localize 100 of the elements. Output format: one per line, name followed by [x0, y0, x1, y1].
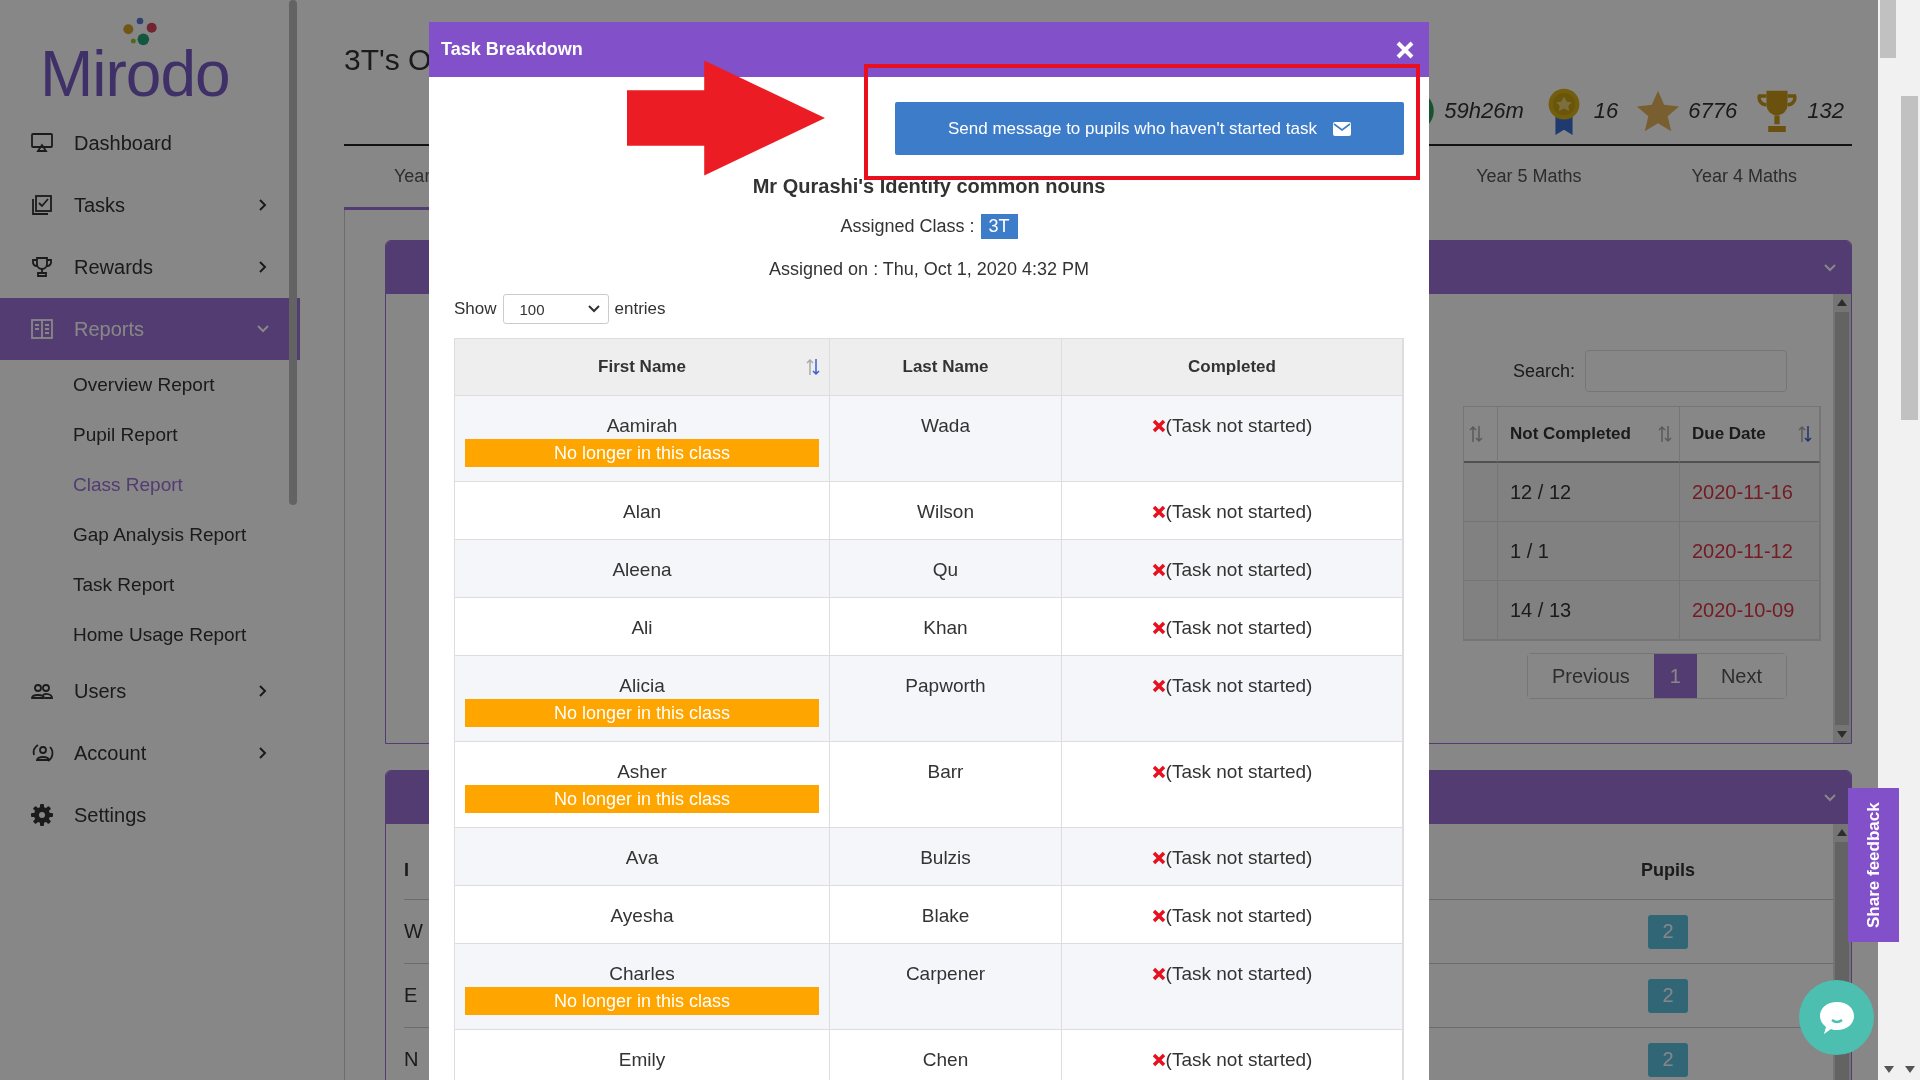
column-header[interactable]: First Name	[598, 357, 686, 377]
submenu-item[interactable]: Gap Analysis Report	[0, 510, 300, 560]
account-icon	[30, 741, 54, 765]
due-date-cell: 2020-11-12	[1680, 522, 1820, 581]
column-header[interactable]: Not Completed	[1510, 424, 1631, 444]
scroll-down-icon[interactable]	[1883, 1066, 1894, 1074]
scrollbar-thumb[interactable]	[1880, 0, 1896, 58]
last-name-cell-text: Papworth	[905, 674, 986, 698]
column-header[interactable]: Completed	[1188, 357, 1276, 377]
first-name-cell-text: Emily	[618, 1048, 666, 1072]
first-name-cell-text: Ali	[631, 616, 653, 640]
column-header: I	[404, 860, 409, 881]
table-cell: 12 / 12	[1498, 463, 1680, 522]
search-label: Search:	[1512, 360, 1575, 382]
dialog-title: Task Breakdown	[441, 39, 583, 60]
table-cell: W	[404, 920, 423, 943]
tab[interactable]: Year 4 Maths	[1636, 146, 1852, 210]
completion-status: (Task not started)	[1165, 558, 1313, 582]
last-name-cell-text: Blake	[921, 904, 970, 928]
count-badge: 2	[1648, 978, 1688, 1013]
first-name-cell-text: Charles	[609, 962, 675, 986]
sidebar-item[interactable]: Reports	[0, 298, 300, 360]
last-name-cell-text: Chen	[922, 1048, 969, 1072]
completion-status: (Task not started)	[1165, 500, 1313, 524]
logo-text: Mirodo	[40, 46, 230, 102]
first-name-cell-text: Ava	[625, 846, 659, 870]
stat-value: 16	[1593, 98, 1619, 124]
stat-value: 6776	[1688, 98, 1738, 124]
completion-status: (Task not started)	[1165, 904, 1313, 928]
table-cell: E	[404, 984, 418, 1007]
sort-icon	[1657, 424, 1673, 444]
sidebar-item[interactable]: Settings	[0, 784, 300, 846]
scroll-down-icon[interactable]	[1904, 1066, 1915, 1074]
completion-status: (Task not started)	[1165, 760, 1313, 784]
monitor-icon	[30, 131, 54, 155]
entries-select[interactable]: 100	[502, 294, 609, 324]
sort-icon	[1468, 424, 1484, 444]
first-name-cell-text: Ayesha	[610, 904, 674, 928]
first-name-cell-text: Alicia	[619, 674, 665, 698]
last-name-cell-text: Carpener	[905, 962, 986, 986]
chat-bubble-icon	[1817, 999, 1856, 1036]
entries-label: entries	[614, 299, 666, 319]
tab[interactable]: Year 5 Maths	[1421, 146, 1637, 210]
column-header[interactable]: Last Name	[902, 357, 989, 377]
column-header: Pupils	[1641, 860, 1695, 881]
status-badge: No longer in this class	[465, 987, 819, 1015]
table-cell: 14 / 13	[1498, 581, 1680, 640]
table-cell: N	[404, 1048, 419, 1071]
last-name-cell-text: Wilson	[917, 500, 974, 524]
trophy-icon	[30, 255, 54, 279]
completion-status: (Task not started)	[1165, 414, 1313, 438]
page-button[interactable]: 1	[1653, 654, 1697, 698]
completion-status: (Task not started)	[1165, 674, 1313, 698]
table-cell: 1 / 1	[1498, 522, 1680, 581]
scroll-down-icon[interactable]	[1837, 731, 1847, 739]
share-feedback-tab[interactable]: Share feedback	[1848, 788, 1899, 942]
first-name-cell-text: Asher	[617, 760, 667, 784]
completion-status: (Task not started)	[1165, 1048, 1313, 1072]
first-name-cell-text: Alan	[623, 500, 661, 524]
envelope-icon	[1333, 121, 1351, 136]
submenu-item[interactable]: Home Usage Report	[0, 610, 300, 660]
completion-status: (Task not started)	[1165, 962, 1313, 986]
sidebar-item[interactable]: Account	[0, 722, 300, 784]
stat-value: 132	[1807, 98, 1844, 124]
show-label: Show	[454, 299, 497, 319]
checklist-icon	[30, 193, 54, 217]
completion-status: (Task not started)	[1165, 616, 1313, 640]
scrollbar-thumb[interactable]	[289, 0, 297, 505]
last-name-cell-text: Barr	[927, 760, 964, 784]
last-name-cell-text: Qu	[932, 558, 959, 582]
completion-status: (Task not started)	[1165, 846, 1313, 870]
last-name-cell-text: Wada	[921, 414, 970, 438]
first-name-cell-text: Aamirah	[606, 414, 678, 438]
sort-icon	[805, 357, 821, 377]
status-badge: No longer in this class	[465, 439, 819, 467]
stat-value: 59h26m	[1444, 98, 1524, 124]
last-name-cell-text: Bulzis	[920, 846, 971, 870]
caret-icon	[587, 305, 600, 313]
due-date-cell: 2020-11-16	[1680, 463, 1820, 522]
count-badge: 2	[1648, 1042, 1688, 1077]
report-icon	[30, 317, 54, 341]
first-name-cell-text: Aleena	[612, 558, 672, 582]
last-name-cell-text: Khan	[923, 616, 968, 640]
page-title: 3T's O	[344, 42, 432, 78]
assigned-on-text: Assigned on : Thu, Oct 1, 2020 4:32 PM	[769, 259, 1089, 280]
class-badge: 3T	[980, 214, 1018, 239]
status-badge: No longer in this class	[465, 699, 819, 727]
send-message-button[interactable]: Send message to pupils who haven't started task	[895, 102, 1404, 155]
sidebar-item[interactable]: Users	[0, 660, 300, 722]
sort-icon	[1797, 424, 1813, 444]
scroll-up-icon[interactable]	[1837, 298, 1847, 306]
status-badge: No longer in this class	[465, 785, 819, 813]
due-date-cell: 2020-10-09	[1680, 581, 1820, 640]
submenu-item[interactable]: Task Report	[0, 560, 300, 610]
column-header[interactable]: Due Date	[1692, 424, 1766, 444]
close-icon[interactable]	[1395, 39, 1415, 60]
scrollbar-thumb[interactable]	[1901, 96, 1918, 420]
count-badge: 2	[1648, 914, 1688, 949]
assigned-class-label: Assigned Class :	[840, 216, 975, 237]
scroll-up-icon[interactable]	[1837, 828, 1847, 836]
